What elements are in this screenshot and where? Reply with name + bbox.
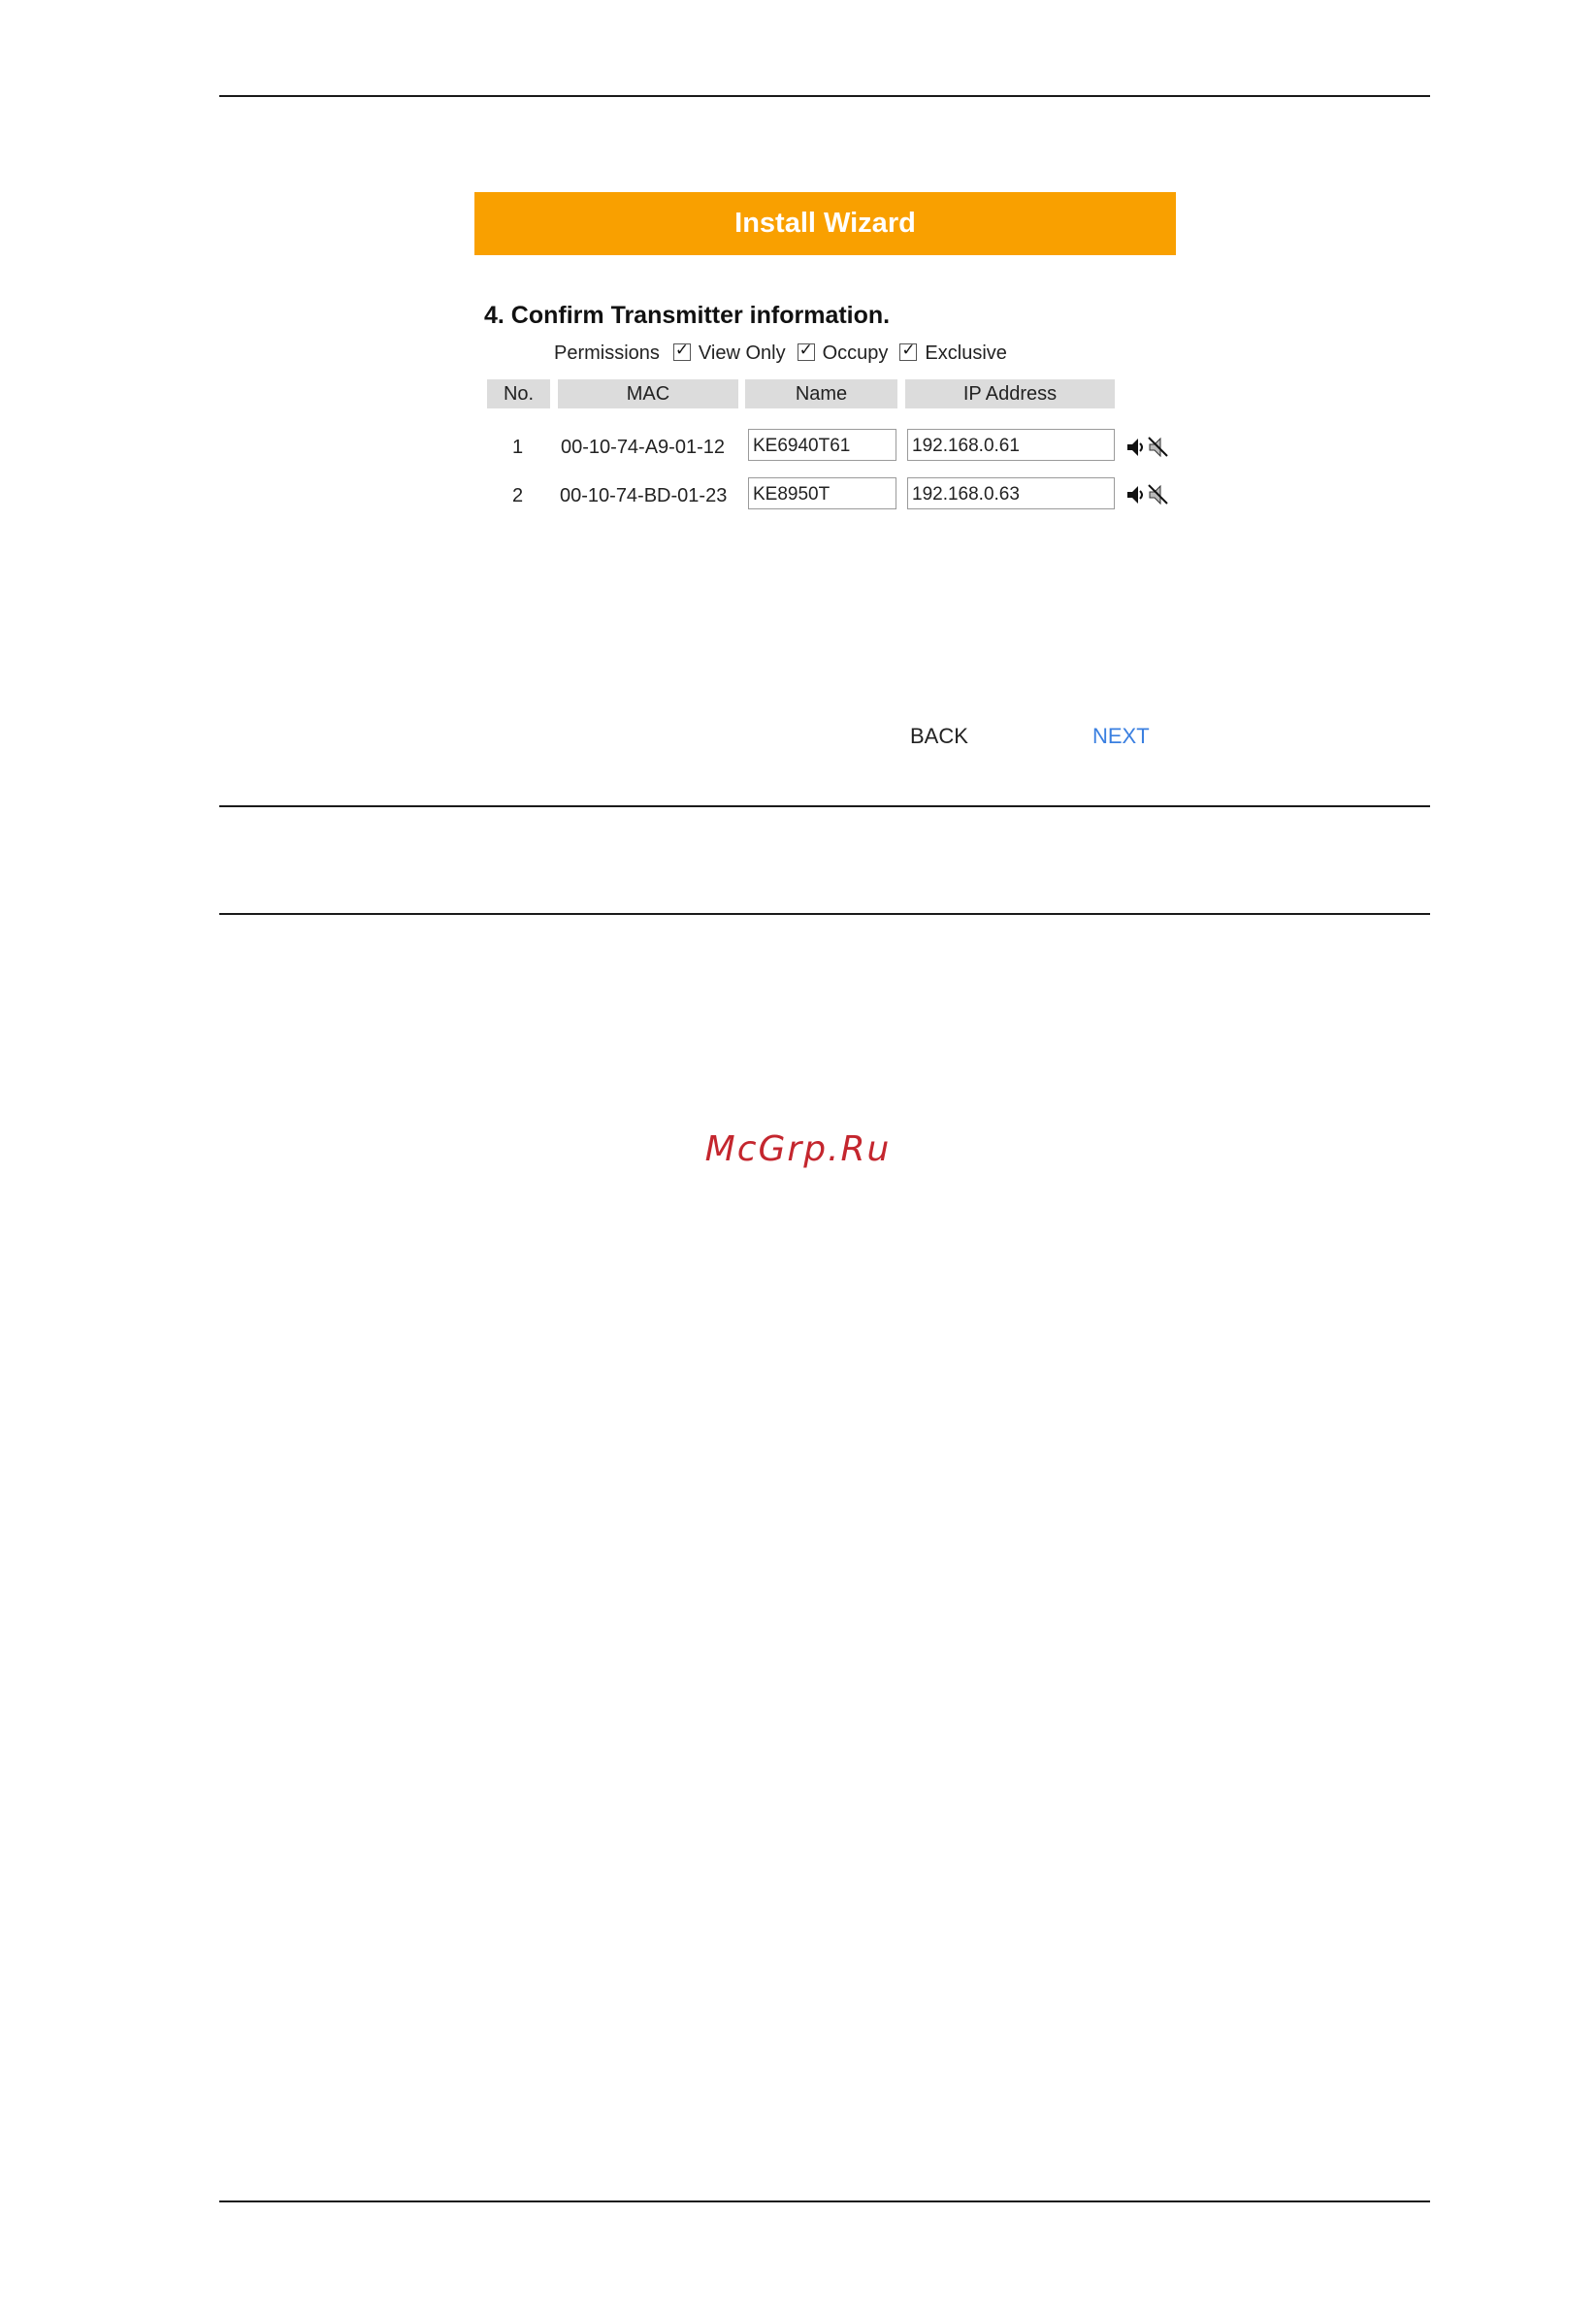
row-2-ip-field[interactable]: 192.168.0.63 xyxy=(907,477,1115,509)
row-1-no: 1 xyxy=(512,437,524,458)
speaker-icon[interactable] xyxy=(1126,484,1146,505)
occupy-checkbox[interactable] xyxy=(797,341,815,361)
permissions-label: Permissions xyxy=(554,342,660,364)
back-button[interactable]: BACK xyxy=(910,724,968,749)
step-title: 4. Confirm Transmitter information. xyxy=(484,302,891,329)
column-header-ip-address: IP Address xyxy=(905,379,1115,408)
permissions-row: Permissions View Only Occupy Exclusive xyxy=(554,341,1015,365)
next-button[interactable]: NEXT xyxy=(1092,724,1150,749)
top-rule xyxy=(219,95,1430,97)
row-1-ip-field[interactable]: 192.168.0.61 xyxy=(907,429,1115,461)
speaker-icon[interactable] xyxy=(1126,437,1146,458)
column-header-mac: MAC xyxy=(558,379,738,408)
row-2-name-field[interactable]: KE8950T xyxy=(748,477,896,509)
column-header-name: Name xyxy=(745,379,897,408)
section-rule xyxy=(219,913,1430,915)
row-2-no: 2 xyxy=(512,485,524,506)
mute-icon[interactable] xyxy=(1148,484,1169,505)
watermark-text: McGrp.Ru xyxy=(704,1129,892,1169)
row-1-mac: 00-10-74-A9-01-12 xyxy=(561,437,725,458)
column-header-no: No. xyxy=(487,379,550,408)
occupy-label: Occupy xyxy=(822,342,889,364)
view-only-label: View Only xyxy=(698,342,786,364)
mute-icon[interactable] xyxy=(1148,437,1169,458)
exclusive-label: Exclusive xyxy=(925,342,1007,364)
wizard-title: Install Wizard xyxy=(474,192,1176,255)
exclusive-checkbox[interactable] xyxy=(899,341,918,361)
row-1-name-field[interactable]: KE6940T61 xyxy=(748,429,896,461)
section-rule xyxy=(219,805,1430,807)
bottom-rule xyxy=(219,2200,1430,2202)
install-wizard-panel: Install Wizard 4. Confirm Transmitter in… xyxy=(474,192,1176,765)
row-2-mac: 00-10-74-BD-01-23 xyxy=(560,485,728,506)
view-only-checkbox[interactable] xyxy=(672,341,691,361)
